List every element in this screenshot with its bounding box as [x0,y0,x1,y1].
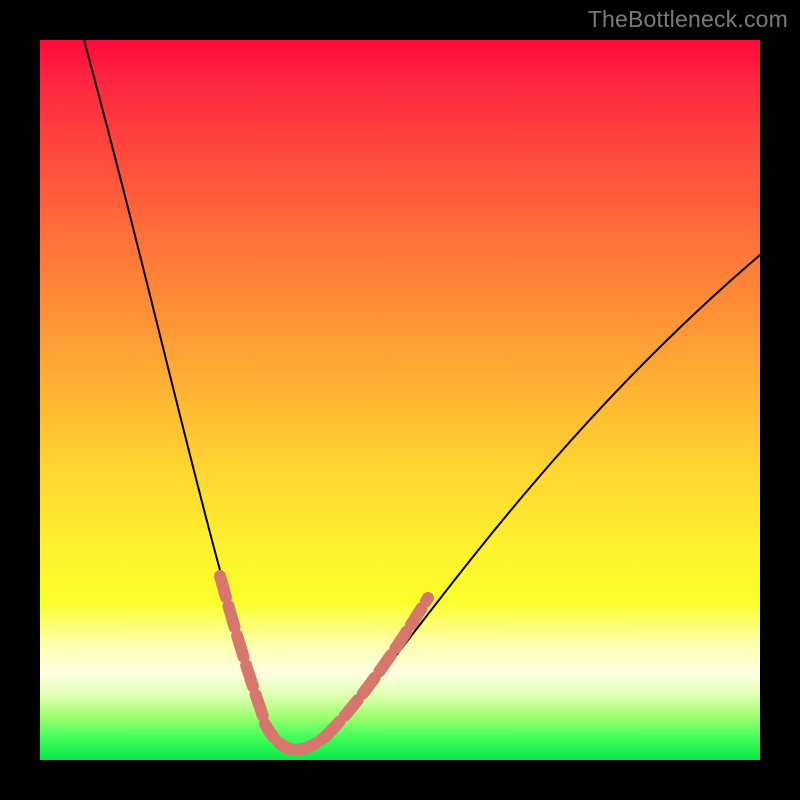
watermark-text: TheBottleneck.com [588,6,788,33]
bottleneck-band-right [326,598,428,736]
bottleneck-band-left [220,576,265,722]
plot-area [40,40,760,760]
curve-svg [40,40,760,760]
bottleneck-band-bottom [265,724,326,750]
chart-frame: TheBottleneck.com [0,0,800,800]
bottleneck-curve [84,40,760,751]
